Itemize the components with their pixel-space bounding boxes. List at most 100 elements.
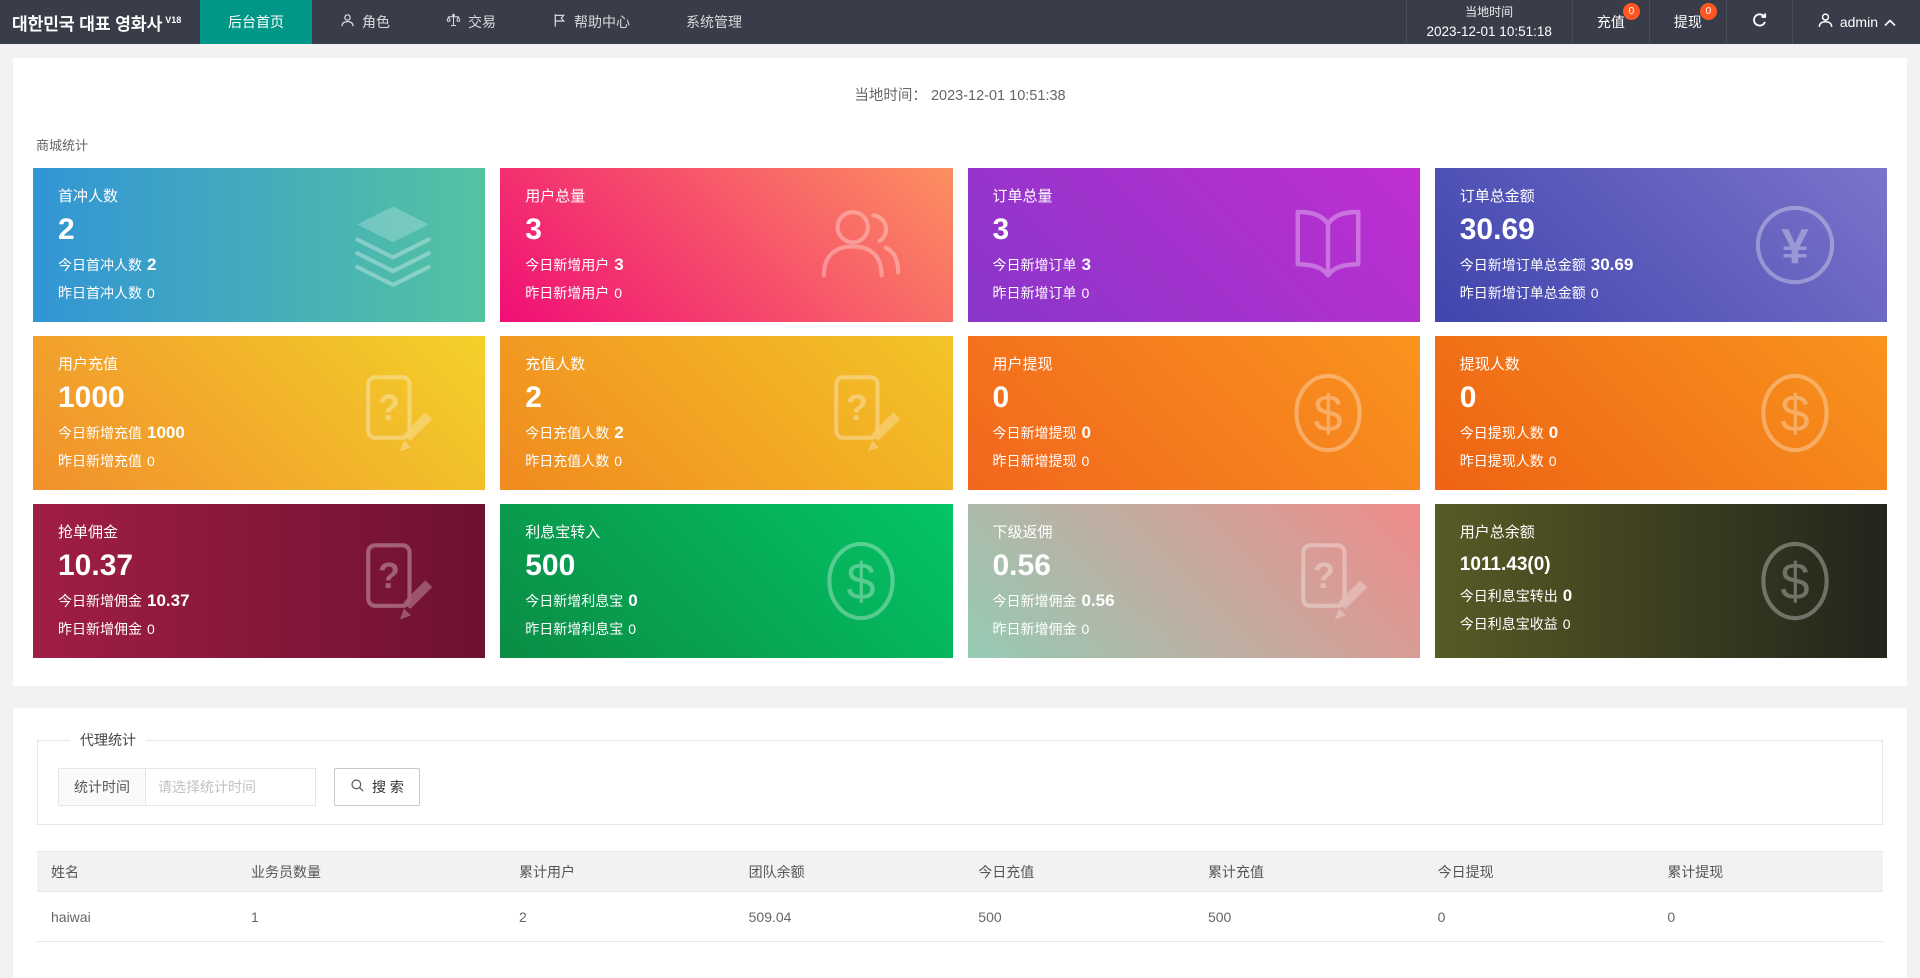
col-team-balance: 团队余额 [735, 852, 965, 892]
search-button-label: 搜 索 [372, 777, 404, 797]
card-line-value: 1000 [147, 423, 185, 442]
stat-card-user-recharge: 用户充值 1000 今日新增充值1000 昨日新增充值0 ? [33, 336, 485, 490]
card-line-value: 0 [1549, 453, 1557, 469]
withdraw-button[interactable]: 提现 0 [1649, 0, 1726, 44]
svg-text:?: ? [845, 388, 867, 428]
card-line-label: 今日新增订单 [993, 257, 1077, 273]
card-line-value: 0 [614, 285, 622, 301]
card-line-label: 昨日新增提现 [993, 453, 1077, 469]
doc-question-icon: ? [817, 369, 905, 457]
card-line-value: 2 [614, 423, 623, 442]
agent-panel: 代理统计 统计时间 搜 索 姓名 业务员数量 累计用户 团队余额 今日充值 累计… [13, 708, 1907, 978]
svg-text:?: ? [378, 388, 400, 428]
col-total-users: 累计用户 [505, 852, 735, 892]
card-line-label: 今日提现人数 [1460, 425, 1544, 441]
col-name: 姓名 [37, 852, 237, 892]
card-line-label: 今日首冲人数 [58, 257, 142, 273]
stat-card-withdraw-users: 提现人数 0 今日提现人数0 昨日提现人数0 $ [1435, 336, 1887, 490]
card-line-value: 0 [1563, 586, 1572, 605]
col-total-recharge: 累计充值 [1194, 852, 1424, 892]
card-line-label: 今日利息宝转出 [1460, 588, 1558, 604]
card-line-value: 2 [147, 255, 156, 274]
top-navbar: 대한민국 대표 영화사 V18 后台首页 角色 交易 [0, 0, 1920, 44]
app-logo: 대한민국 대표 영화사 V18 [0, 0, 200, 44]
card-line-label: 今日利息宝收益 [1460, 616, 1558, 632]
card-line-label: 昨日提现人数 [1460, 453, 1544, 469]
card-line-label: 昨日新增订单总金额 [1460, 285, 1586, 301]
person-icon [1817, 12, 1834, 32]
stat-card-user-total-balance: 用户总余额 1011.43(0) 今日利息宝转出0 今日利息宝收益0 $ [1435, 504, 1887, 658]
card-line-label: 昨日充值人数 [525, 453, 609, 469]
doc-question-icon: ? [349, 369, 437, 457]
stat-card-first-recharge-users: 首冲人数 2 今日首冲人数2 昨日首冲人数0 [33, 168, 485, 322]
nav-item-help-center[interactable]: 帮助中心 [524, 0, 658, 44]
doc-question-icon: ? [1284, 537, 1372, 625]
stat-card-recharge-users: 充值人数 2 今日充值人数2 昨日充值人数0 ? [500, 336, 952, 490]
recharge-button[interactable]: 充值 0 [1572, 0, 1649, 44]
content-time-label: 当地时间： [854, 88, 927, 104]
scales-icon [446, 13, 461, 31]
card-line-label: 昨日新增用户 [525, 285, 609, 301]
card-line-value: 0 [1082, 453, 1090, 469]
user-menu[interactable]: admin [1792, 0, 1920, 44]
recharge-badge: 0 [1623, 3, 1640, 20]
svg-text:$: $ [1780, 553, 1809, 611]
card-line-value: 0 [147, 453, 155, 469]
cell-team-balance: 509.04 [735, 892, 965, 942]
card-line-value: 0 [147, 621, 155, 637]
dollar-circle-icon: $ [1751, 369, 1839, 457]
card-line-value: 0.56 [1082, 591, 1115, 610]
agent-stats-fieldset: 代理统计 统计时间 搜 索 [37, 730, 1883, 825]
main-menu: 后台首页 角色 交易 帮助中心 系统管理 [200, 0, 770, 44]
chevron-up-icon [1884, 14, 1896, 30]
nav-item-trade[interactable]: 交易 [418, 0, 524, 44]
card-line-label: 今日新增佣金 [993, 593, 1077, 609]
nav-item-label: 帮助中心 [574, 12, 630, 32]
card-line-value: 0 [1082, 423, 1091, 442]
svg-text:?: ? [378, 556, 400, 596]
nav-item-system-settings[interactable]: 系统管理 [658, 0, 770, 44]
svg-text:$: $ [846, 553, 875, 611]
table-row: haiwai 1 2 509.04 500 500 0 0 [37, 892, 1883, 942]
col-total-withdraw: 累计提现 [1653, 852, 1883, 892]
col-today-withdraw: 今日提现 [1424, 852, 1654, 892]
person-icon [340, 13, 355, 31]
yen-circle-icon: ¥ [1751, 201, 1839, 289]
svg-text:$: $ [1780, 385, 1809, 443]
svg-text:¥: ¥ [1781, 219, 1809, 274]
stat-card-sub-rebate: 下级返佣 0.56 今日新增佣金0.56 昨日新增佣金0 ? [968, 504, 1420, 658]
search-button[interactable]: 搜 索 [334, 768, 420, 806]
card-line-value: 30.69 [1591, 255, 1634, 274]
cell-today-withdraw: 0 [1424, 892, 1654, 942]
card-line-label: 昨日新增利息宝 [525, 621, 623, 637]
refresh-icon [1751, 12, 1768, 32]
card-line-label: 昨日新增订单 [993, 285, 1077, 301]
cell-total-withdraw: 0 [1653, 892, 1883, 942]
stat-time-input[interactable] [146, 768, 316, 806]
stat-card-interest-transfer-in: 利息宝转入 500 今日新增利息宝0 昨日新增利息宝0 $ [500, 504, 952, 658]
refresh-button[interactable] [1726, 0, 1792, 44]
stat-card-total-orders: 订单总量 3 今日新增订单3 昨日新增订单0 [968, 168, 1420, 322]
cell-total-users: 2 [505, 892, 735, 942]
content-local-time: 当地时间： 2023-12-01 10:51:38 [13, 58, 1907, 107]
logo-version: V18 [165, 15, 181, 25]
card-line-value: 0 [628, 621, 636, 637]
card-line-label: 昨日新增佣金 [58, 621, 142, 637]
card-line-value: 10.37 [147, 591, 190, 610]
card-line-label: 今日新增用户 [525, 257, 609, 273]
card-line-value: 0 [1563, 616, 1571, 632]
card-line-value: 0 [1591, 285, 1599, 301]
nav-item-label: 角色 [362, 12, 390, 32]
local-time-label: 当地时间 [1465, 2, 1513, 22]
card-line-label: 今日新增提现 [993, 425, 1077, 441]
cell-today-recharge: 500 [964, 892, 1194, 942]
card-line-value: 0 [1082, 285, 1090, 301]
search-icon [350, 778, 365, 796]
navbar-local-time: 当地时间 2023-12-01 10:51:18 [1406, 0, 1572, 44]
cell-total-recharge: 500 [1194, 892, 1424, 942]
dollar-circle-icon: $ [1751, 537, 1839, 625]
username: admin [1840, 14, 1878, 30]
users-icon [817, 201, 905, 289]
nav-item-roles[interactable]: 角色 [312, 0, 418, 44]
nav-item-dashboard[interactable]: 后台首页 [200, 0, 312, 44]
